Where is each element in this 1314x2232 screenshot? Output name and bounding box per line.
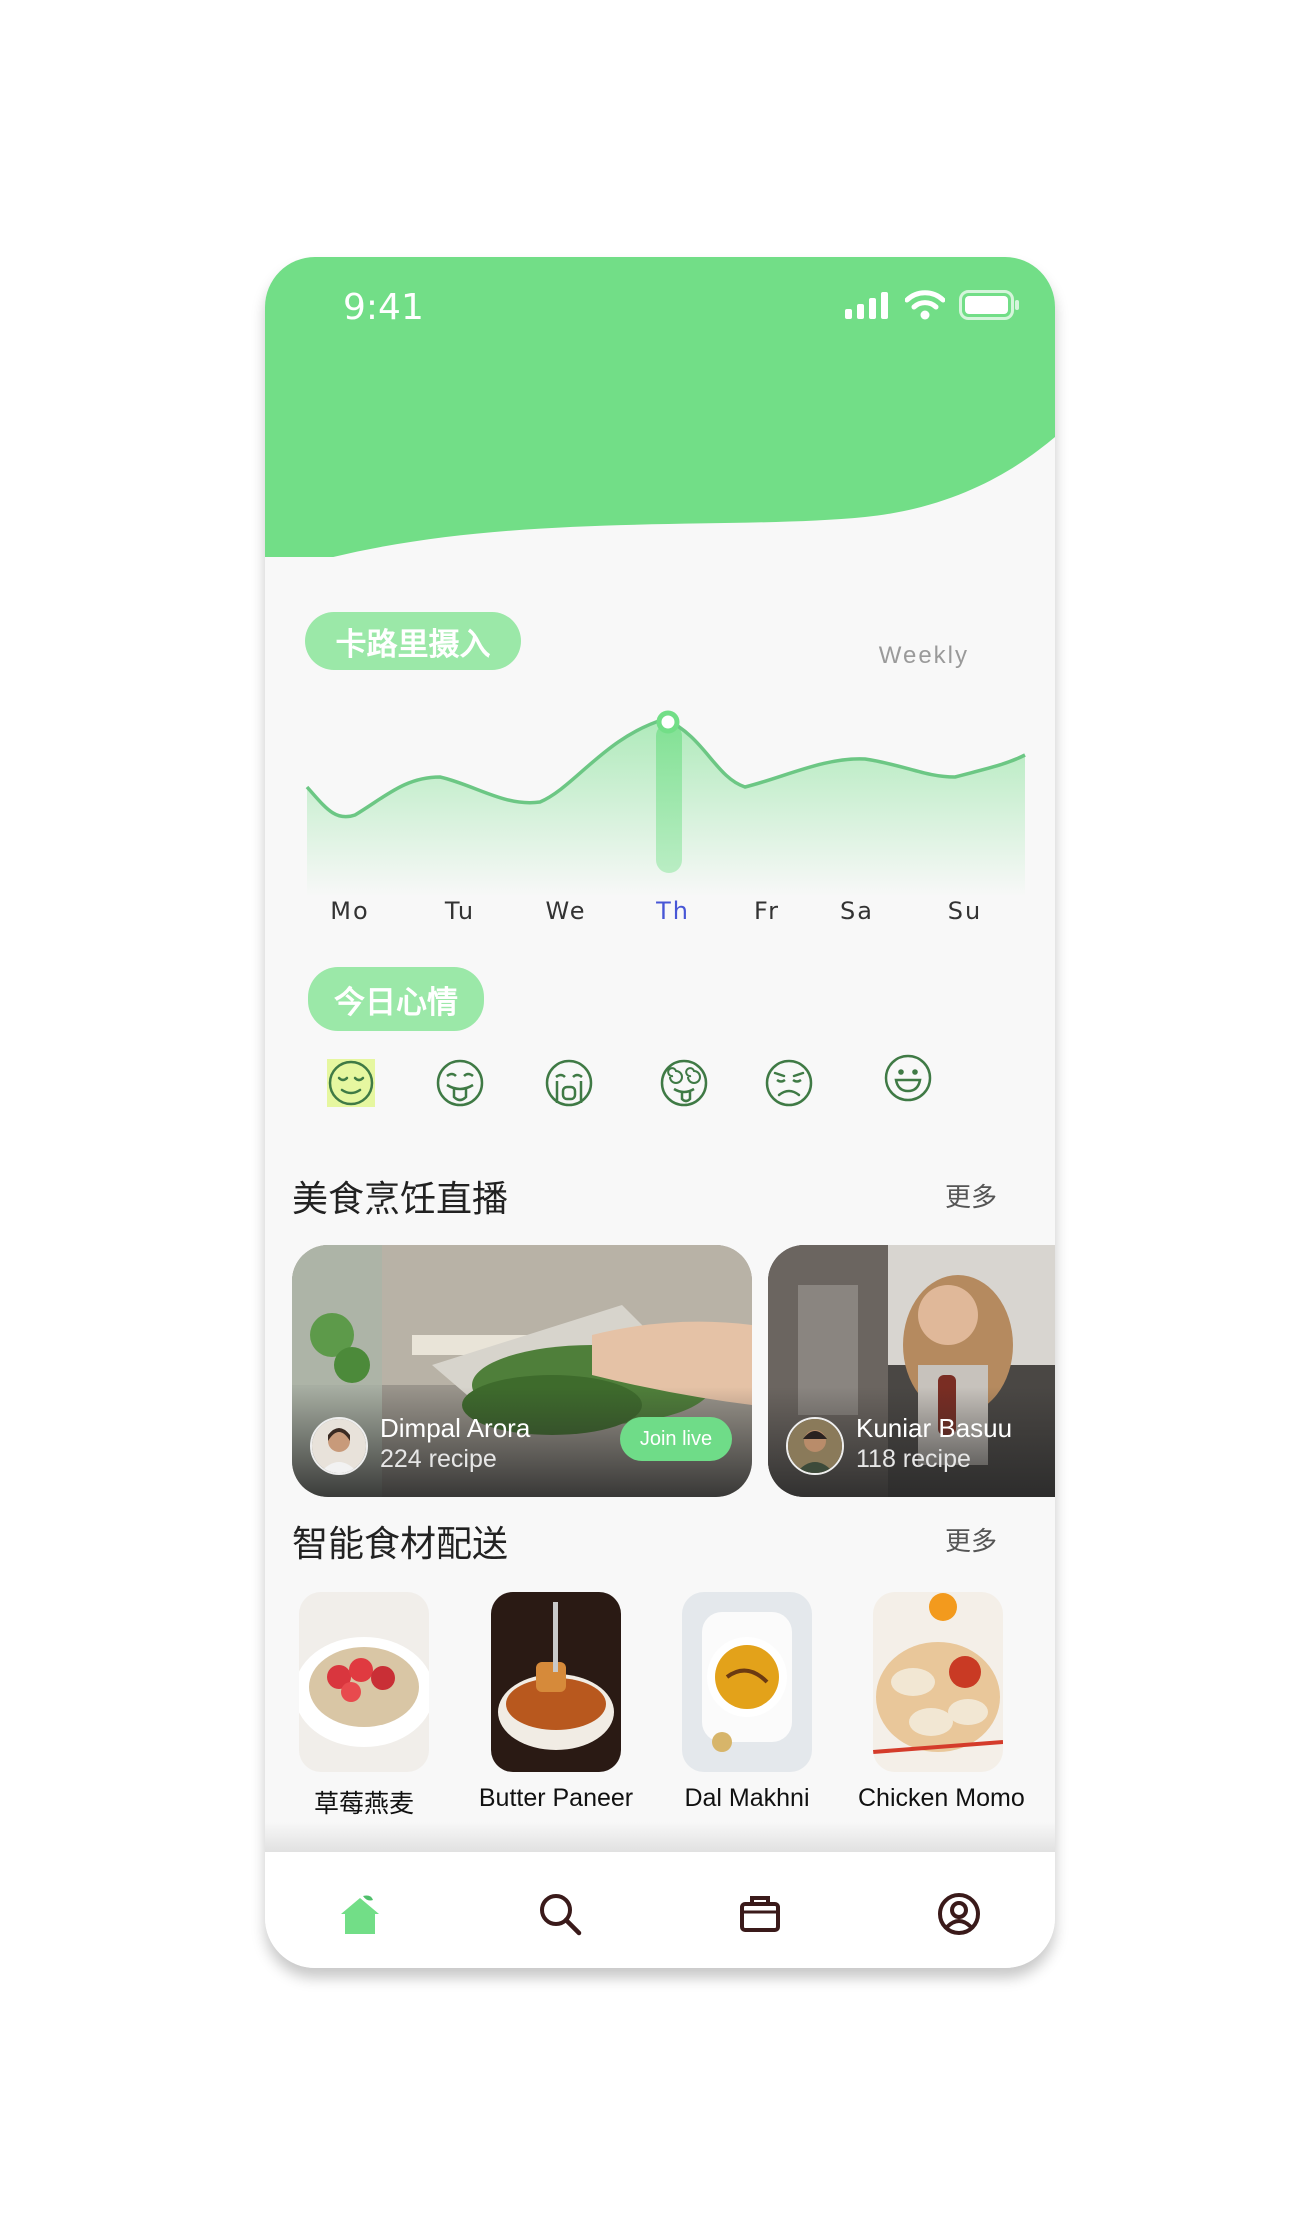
live-section-title: 美食烹饪直播 — [292, 1179, 509, 1220]
food-item-oats[interactable]: 草莓燕麦 — [284, 1592, 444, 1820]
cook-name: Kuniar Basuu — [856, 1413, 1013, 1443]
cook-recipe-count: 118 recipe — [856, 1445, 971, 1473]
briefcase-icon[interactable] — [736, 1890, 784, 1938]
crying-face-icon[interactable] — [543, 1057, 595, 1109]
search-icon[interactable] — [536, 1890, 584, 1938]
food-name: Butter Paneer — [478, 1784, 634, 1812]
active-day-marker[interactable] — [656, 710, 680, 734]
food-name: Dal Makhni — [684, 1784, 810, 1812]
food-name: Chicken Momo — [858, 1784, 1025, 1812]
day-label-sa[interactable]: Sa — [840, 897, 874, 925]
phone-screen: 9:41 卡路里摄入 Weekly Mo Tu We Th Fr Sa Su 今… — [265, 257, 1055, 1968]
cellular-signal-icon — [845, 292, 888, 319]
bottom-tab-bar — [265, 1852, 1055, 1968]
day-label-tu[interactable]: Tu — [445, 897, 475, 925]
live-card-dimpal[interactable]: Dimpal Arora 224 recipe Join live — [292, 1245, 752, 1497]
live-more-link[interactable]: 更多 — [945, 1177, 997, 1214]
tabbar-shadow — [265, 1822, 1055, 1852]
live-card-kuniar[interactable]: Kuniar Basuu 118 recipe — [768, 1245, 1055, 1497]
day-label-fr[interactable]: Fr — [754, 897, 780, 925]
dizzy-face-icon[interactable] — [658, 1057, 710, 1109]
day-label-th[interactable]: Th — [656, 897, 690, 925]
battery-icon — [959, 290, 1019, 320]
food-thumb — [299, 1592, 429, 1772]
period-selector[interactable]: Weekly — [879, 642, 969, 670]
day-label-mo[interactable]: Mo — [330, 897, 369, 925]
mood-pill: 今日心情 — [308, 967, 484, 1031]
day-label-we[interactable]: We — [545, 897, 586, 925]
food-item-dal-makhni[interactable]: Dal Makhni — [667, 1592, 827, 1813]
home-icon[interactable] — [336, 1890, 384, 1938]
food-thumb — [491, 1592, 621, 1772]
food-thumb — [682, 1592, 812, 1772]
grinning-face-icon[interactable] — [882, 1052, 934, 1104]
join-live-button[interactable]: Join live — [620, 1417, 732, 1461]
active-day-bar — [656, 723, 682, 873]
food-item-chicken-momo[interactable]: Chicken Momo — [858, 1592, 1025, 1813]
frowning-face-icon[interactable] — [763, 1057, 815, 1109]
food-thumb — [873, 1592, 1003, 1772]
smiling-relieved-face-icon[interactable] — [325, 1057, 377, 1109]
wifi-icon — [905, 290, 945, 320]
day-label-su[interactable]: Su — [948, 897, 982, 925]
calorie-chart — [305, 710, 1026, 897]
status-icons — [845, 290, 1021, 320]
tongue-out-face-icon[interactable] — [434, 1057, 486, 1109]
avatar-kuniar — [786, 1417, 844, 1475]
cook-name: Dimpal Arora — [380, 1413, 531, 1443]
delivery-more-link[interactable]: 更多 — [945, 1521, 997, 1558]
food-name: 草莓燕麦 — [313, 1790, 414, 1818]
delivery-section-title: 智能食材配送 — [292, 1524, 509, 1565]
food-item-butter-paneer[interactable]: Butter Paneer — [476, 1592, 636, 1813]
avatar-dimpal — [310, 1417, 368, 1475]
status-time: 9:41 — [343, 287, 424, 328]
cook-recipe-count: 224 recipe — [380, 1445, 497, 1473]
profile-icon[interactable] — [935, 1890, 983, 1938]
calorie-intake-pill: 卡路里摄入 — [305, 612, 521, 670]
